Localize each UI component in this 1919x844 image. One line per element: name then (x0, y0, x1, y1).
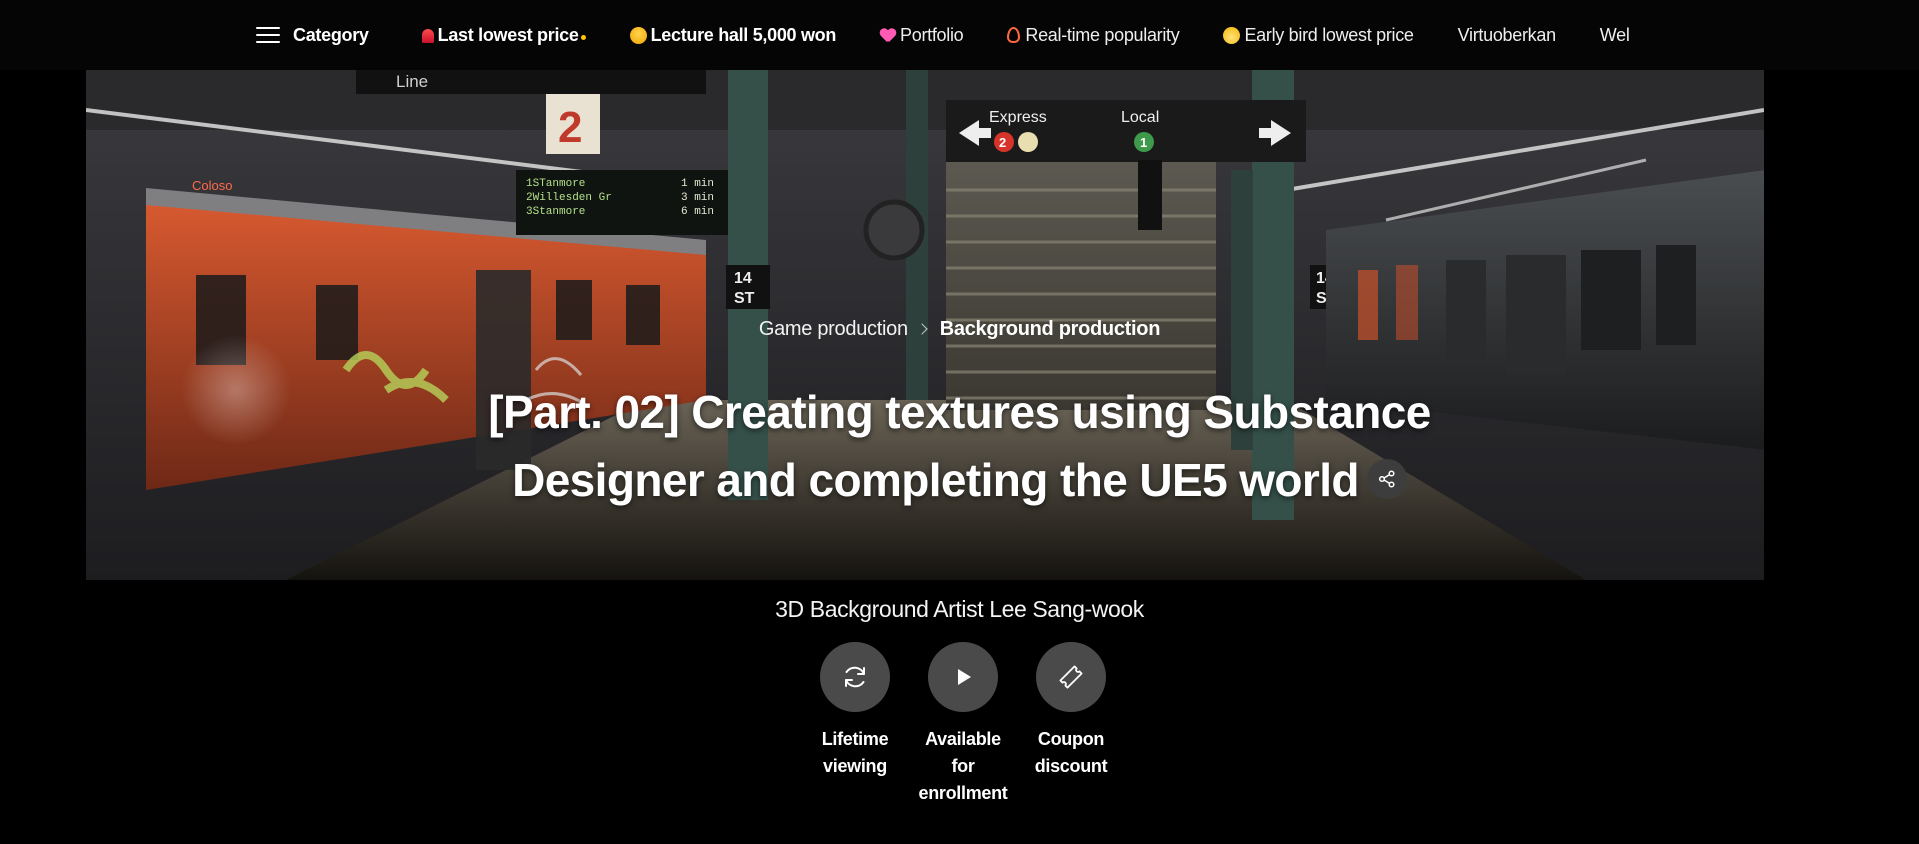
breadcrumb-game-production[interactable]: Game production (759, 318, 908, 340)
starstruck-face-icon (629, 26, 647, 44)
departure-time: 6 min (681, 206, 714, 218)
chevron-right-icon (916, 323, 928, 335)
nav-item-last-lowest-price[interactable]: Last lowest price (419, 25, 586, 46)
nav-item-label: Portfolio (900, 24, 964, 45)
nav-item-wel[interactable]: Wel (1600, 25, 1630, 46)
nav-item-label: Virtuoberkan (1457, 24, 1556, 45)
breadcrumb-background-production[interactable]: Background production (940, 318, 1161, 340)
departure-row: 3Stanmore (526, 206, 585, 218)
nav-item-label: Real-time popularity (1025, 24, 1180, 45)
refresh-icon (845, 666, 865, 688)
feature-label: Lifetime viewing (821, 729, 889, 776)
nav-item-early-bird[interactable]: Early bird lowest price (1223, 24, 1414, 46)
feature-coupon-discount: Coupon discount (1016, 642, 1126, 780)
departure-time: 3 min (681, 192, 714, 204)
departure-row: 1STanmore (526, 178, 585, 190)
top-navigation: Category Last lowest price Lecture hall … (0, 0, 1919, 70)
nav-item-label: Last lowest price (437, 24, 579, 45)
course-title-block: [Part. 02] Creating textures using Subst… (460, 378, 1459, 514)
feature-circle[interactable] (1036, 642, 1106, 712)
heart-icon (880, 28, 896, 43)
feature-available-for-enrollment: Available for enrollment (908, 642, 1018, 807)
line-sign-text: Line (396, 72, 428, 91)
platform-number-sign: 2 (558, 103, 582, 152)
course-features: Lifetime viewing Available for enrollmen… (800, 642, 1120, 812)
category-label: Category (293, 24, 369, 45)
share-button[interactable] (1366, 458, 1407, 499)
departure-row: 2Willesden Gr (526, 192, 612, 204)
nav-item-label: Wel (1599, 24, 1630, 45)
train-logo-text: Coloso (192, 178, 232, 193)
feature-label: Available for enrollment (918, 729, 1008, 803)
express-badge: 2 (999, 135, 1006, 150)
new-dot-indicator (580, 34, 586, 40)
express-sign-text: Express (989, 109, 1047, 126)
breadcrumb: Game production Background production (0, 318, 1919, 341)
course-author: 3D Background Artist Lee Sang-wook (775, 596, 1144, 622)
feature-lifetime-viewing: Lifetime viewing (800, 642, 910, 780)
svg-text:ST: ST (734, 290, 755, 307)
nav-item-realtime-popularity[interactable]: Real-time popularity (1007, 24, 1180, 46)
play-icon (958, 669, 971, 685)
station-sign-left: 14 (734, 270, 752, 287)
nav-item-label: Early bird lowest price (1244, 24, 1414, 45)
departure-time: 1 min (681, 178, 714, 190)
fire-icon (1007, 27, 1021, 43)
nav-item-label: Lecture hall 5,000 won (650, 24, 837, 45)
feature-circle[interactable] (820, 642, 890, 712)
nav-item-portfolio[interactable]: Portfolio (880, 24, 964, 46)
feature-label: Coupon discount (1034, 729, 1108, 776)
local-badge: 1 (1140, 135, 1147, 150)
category-nav-bar: Category Last lowest price Lecture hall … (256, 0, 1664, 70)
category-menu-button[interactable]: Category (256, 25, 369, 46)
nav-item-lecture-hall[interactable]: Lecture hall 5,000 won (629, 24, 837, 46)
feature-circle[interactable] (928, 642, 998, 712)
hamburger-menu-icon (256, 26, 280, 44)
course-title: [Part. 02] Creating textures using Subst… (488, 386, 1431, 506)
local-sign-text: Local (1121, 109, 1159, 126)
share-icon (1378, 470, 1395, 488)
ticket-icon (1059, 665, 1083, 689)
chick-icon (1223, 26, 1241, 44)
nav-item-virtuoberkan[interactable]: Virtuoberkan (1458, 25, 1556, 46)
siren-icon (421, 29, 434, 43)
